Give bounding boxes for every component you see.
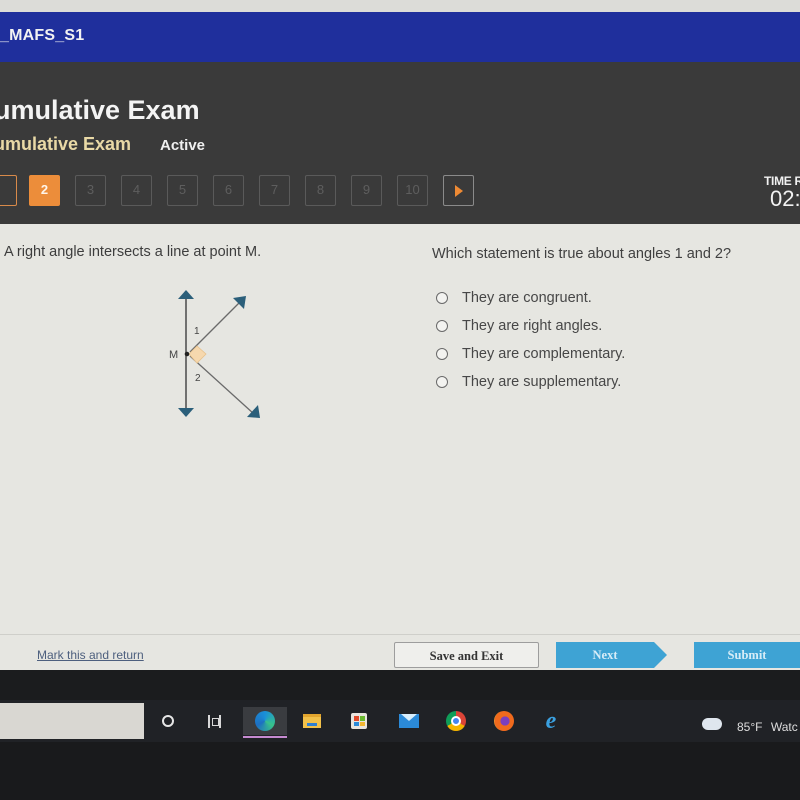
file-explorer-button[interactable]	[298, 707, 326, 735]
browser-top-strip	[0, 0, 800, 12]
question-nav-1[interactable]: 1	[0, 175, 17, 206]
cloud-icon	[702, 718, 722, 730]
radio-button[interactable]	[436, 376, 448, 388]
next-button-arrow[interactable]	[654, 642, 667, 668]
mail-icon	[399, 714, 419, 728]
right-angle-marker	[188, 345, 207, 364]
weather-temperature: 85°F	[737, 720, 763, 734]
question-nav-10[interactable]: 10	[397, 175, 428, 206]
option-right-angles[interactable]: They are right angles.	[436, 312, 625, 340]
taskbar: e 85°F Watc	[0, 700, 800, 742]
task-view-button[interactable]	[200, 707, 228, 735]
edge-taskbar-button[interactable]	[243, 707, 287, 738]
option-congruent[interactable]: They are congruent.	[436, 284, 625, 312]
question-nav-6[interactable]: 6	[213, 175, 244, 206]
save-and-exit-button[interactable]: Save and Exit	[394, 642, 539, 668]
course-name: _MAFS_S1	[0, 27, 85, 44]
chrome-button[interactable]	[442, 707, 470, 735]
lower-ray	[189, 355, 255, 415]
firefox-button[interactable]	[490, 707, 518, 735]
down-arrow-icon	[178, 408, 194, 417]
question-nav-3[interactable]: 3	[75, 175, 106, 206]
course-bar: _MAFS_S1	[0, 12, 800, 62]
mail-button[interactable]	[395, 707, 423, 735]
angle-2-label: 2	[195, 373, 201, 384]
option-label: They are right angles.	[462, 318, 603, 334]
option-label: They are congruent.	[462, 290, 592, 306]
mark-and-return-link[interactable]: Mark this and return	[37, 648, 144, 662]
next-question-nav-button[interactable]	[443, 175, 474, 206]
footer-divider	[0, 634, 800, 635]
question-nav-5[interactable]: 5	[167, 175, 198, 206]
store-button[interactable]	[345, 707, 373, 735]
cortana-icon	[162, 715, 174, 727]
submit-button[interactable]: Submit	[694, 642, 800, 668]
chrome-icon	[446, 711, 466, 731]
question-nav-4[interactable]: 4	[121, 175, 152, 206]
internet-explorer-button[interactable]: e	[537, 707, 565, 735]
radio-button[interactable]	[436, 292, 448, 304]
point-m	[184, 351, 190, 357]
firefox-icon	[494, 711, 514, 731]
question-nav-2[interactable]: 2	[29, 175, 60, 206]
internet-explorer-icon: e	[545, 708, 557, 734]
store-icon	[351, 713, 367, 729]
weather-extra: Watc	[770, 720, 798, 734]
question-prompt: A right angle intersects a line at point…	[4, 244, 262, 260]
option-supplementary[interactable]: They are supplementary.	[436, 368, 625, 396]
angle-diagram: M 1 2	[169, 290, 260, 418]
exam-header: umulative Exam umulative Exam Active 1 2…	[0, 62, 800, 224]
angle-1-label: 1	[194, 326, 200, 337]
radio-button[interactable]	[436, 348, 448, 360]
next-button[interactable]: Next	[556, 642, 654, 668]
question-panel: A right angle intersects a line at point…	[0, 224, 800, 670]
question-nav-8[interactable]: 8	[305, 175, 336, 206]
screen-bezel-gap	[0, 670, 800, 700]
radio-button[interactable]	[436, 320, 448, 332]
option-label: They are supplementary.	[462, 374, 622, 390]
question-text: Which statement is true about angles 1 a…	[432, 246, 732, 262]
question-nav-7[interactable]: 7	[259, 175, 290, 206]
task-view-icon	[207, 714, 221, 728]
answer-options: They are congruent. They are right angle…	[436, 284, 625, 396]
question-nav-9[interactable]: 9	[351, 175, 382, 206]
timer-value: 02:	[770, 186, 800, 211]
taskbar-search-input[interactable]	[0, 703, 144, 739]
cortana-button[interactable]	[154, 707, 182, 735]
exam-subtitle: umulative Exam	[0, 134, 132, 154]
point-m-label: M	[169, 349, 178, 361]
monitor-bezel	[0, 742, 800, 800]
page-title: umulative Exam	[0, 95, 200, 125]
lower-ray-arrow-icon	[247, 405, 260, 418]
option-complementary[interactable]: They are complementary.	[436, 340, 625, 368]
file-explorer-icon	[303, 714, 321, 728]
status-badge: Active	[160, 137, 206, 154]
edge-icon	[255, 711, 275, 731]
up-arrow-icon	[178, 290, 194, 299]
option-label: They are complementary.	[462, 346, 626, 362]
play-arrow-icon	[454, 185, 463, 197]
weather-widget[interactable]: 85°F Watc	[737, 720, 798, 734]
